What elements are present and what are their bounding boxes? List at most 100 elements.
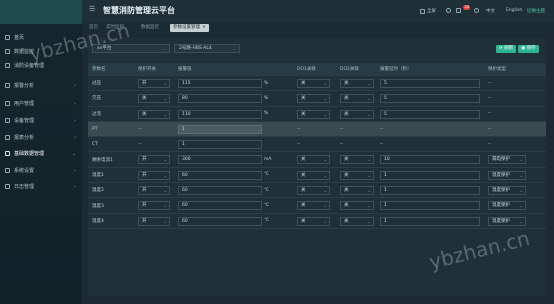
sidebar-item-4[interactable]: 用户管理 › bbox=[0, 97, 82, 110]
switch-theme-button[interactable]: 切换主题 bbox=[527, 8, 545, 14]
chevron-down-icon: ⌄ bbox=[162, 46, 166, 51]
chevron-down-icon: ⌄ bbox=[519, 218, 523, 224]
monitor-icon bbox=[5, 49, 10, 54]
tab-close-icon[interactable]: × bbox=[202, 25, 206, 30]
alarm-value-input[interactable]: 300 bbox=[178, 155, 262, 165]
protect-type-select[interactable]: 温度保护 ⌄ bbox=[488, 186, 526, 196]
sidebar-item-8[interactable]: 系统设置 › bbox=[0, 164, 82, 177]
sidebar-item-1[interactable]: 数据监控 bbox=[0, 45, 82, 58]
alarm-value-input[interactable]: 60 bbox=[178, 201, 262, 211]
delay-input[interactable]: 5 bbox=[380, 94, 480, 104]
notification-badge: 20 bbox=[463, 5, 471, 10]
protect-type-select[interactable]: 温度保护 ⌄ bbox=[488, 216, 526, 226]
lang-zh-button[interactable]: 中文 bbox=[486, 8, 495, 14]
chevron-down-icon: ⌄ bbox=[519, 172, 523, 178]
chevron-icon: › bbox=[74, 117, 76, 124]
search-button[interactable] bbox=[446, 8, 451, 13]
delay-input[interactable]: 1 bbox=[380, 186, 480, 196]
sidebar-item-9[interactable]: 日志管理 › bbox=[0, 180, 82, 193]
delay-input[interactable]: 1 bbox=[380, 170, 480, 180]
do2-select[interactable]: 关 ⌄ bbox=[340, 170, 374, 180]
do1-select[interactable]: 关 ⌄ bbox=[297, 216, 330, 226]
do1-select[interactable]: 关 ⌄ bbox=[297, 201, 330, 211]
do2-select[interactable]: 关 ⌄ bbox=[340, 155, 374, 165]
alarm-value-input[interactable]: 60 bbox=[178, 170, 262, 180]
protect-switch-select[interactable]: 开 ⌄ bbox=[138, 79, 170, 88]
chevron-icon: › bbox=[74, 82, 76, 89]
chevron-down-icon: ⌄ bbox=[367, 172, 371, 178]
column-header: DO2关联 bbox=[340, 67, 359, 72]
protect-switch-select[interactable]: 开 ⌄ bbox=[138, 170, 170, 180]
do1-select[interactable]: 关 ⌄ bbox=[297, 79, 330, 88]
alarm-value-input[interactable]: 80 bbox=[178, 94, 262, 104]
protect-switch-select[interactable]: 开 ⌄ bbox=[138, 155, 170, 165]
sidebar-item-label: 数据监控 bbox=[14, 49, 35, 55]
do2-select[interactable]: 关 ⌄ bbox=[340, 186, 374, 196]
protect-switch-select[interactable]: 开 ⌄ bbox=[138, 201, 170, 211]
tab-realtime[interactable]: 实时监控 bbox=[103, 24, 127, 32]
lang-en-button[interactable]: English bbox=[506, 8, 522, 13]
fullscreen-button[interactable]: 全屏 bbox=[420, 8, 436, 14]
sidebar-item-0[interactable]: 首页 bbox=[0, 31, 82, 44]
notification-button[interactable]: 20 bbox=[456, 5, 471, 13]
do2-select[interactable]: 关 ⌄ bbox=[340, 201, 374, 211]
table-row: 过流 关 ⌄ 110% 关 ⌄ 关 ⌄ 5 -- bbox=[88, 107, 546, 122]
alarm-value-input[interactable]: 60 bbox=[178, 186, 262, 196]
do1-select[interactable]: 关 ⌄ bbox=[297, 155, 330, 165]
delay-value: -- bbox=[380, 126, 384, 132]
chevron-down-icon: ⌄ bbox=[163, 172, 167, 178]
do2-select[interactable]: 关 ⌄ bbox=[340, 109, 374, 119]
settings-button[interactable] bbox=[474, 8, 479, 13]
save-button[interactable]: ▣ 保存 bbox=[518, 45, 539, 53]
delay-input[interactable]: 5 bbox=[380, 79, 480, 88]
refresh-button[interactable]: ⟳ 刷新 bbox=[496, 45, 517, 53]
table-row: 温度2 开 ⌄ 60 ℃ 关 ⌄ 关 ⌄ 1 温度保护 ⌄ bbox=[88, 183, 546, 199]
sidebar-item-2[interactable]: 消防设备管理 bbox=[0, 59, 82, 72]
menu-collapse-icon[interactable]: ☰ bbox=[89, 6, 96, 13]
do1-select[interactable]: 关 ⌄ bbox=[297, 170, 330, 180]
protect-switch-select[interactable]: 关 ⌄ bbox=[138, 94, 170, 104]
delay-input[interactable]: 1 bbox=[380, 201, 480, 211]
alarm-value-input[interactable]: 110 bbox=[178, 109, 262, 119]
sidebar-item-6[interactable]: 报表分析 › bbox=[0, 131, 82, 144]
do2-select[interactable]: 关 ⌄ bbox=[340, 216, 374, 226]
do2-select[interactable]: 关 ⌄ bbox=[340, 94, 374, 104]
delay-input[interactable]: 5 bbox=[380, 109, 480, 119]
delay-input[interactable]: 1 bbox=[380, 216, 480, 226]
do1-value: -- bbox=[297, 126, 301, 132]
protect-type-select[interactable]: 漏电保护 ⌄ bbox=[488, 155, 526, 165]
alarm-value-input[interactable]: 60 bbox=[178, 216, 262, 226]
tab-data-monitor[interactable]: 数据监控 bbox=[138, 24, 162, 32]
protect-type-select[interactable]: 温度保护 ⌄ bbox=[488, 201, 526, 211]
sidebar-item-5[interactable]: 设备管理 › bbox=[0, 114, 82, 127]
alarm-value-input[interactable]: 115 bbox=[178, 79, 262, 88]
sidebar: 首页 数据监控 消防设备管理 报警分析 › 用户管理 › 设备管理 › 报表分析 › 基础数据管理 ⌄ 系… bbox=[0, 0, 82, 304]
do1-select[interactable]: 关 ⌄ bbox=[297, 94, 330, 104]
sidebar-item-label: 报表分析 bbox=[14, 135, 35, 141]
column-header: 保护类型 bbox=[488, 67, 506, 72]
unit-label: ℃ bbox=[264, 218, 270, 224]
chevron-down-icon: ⌄ bbox=[367, 203, 371, 209]
protect-switch-select[interactable]: 开 ⌄ bbox=[138, 186, 170, 196]
alarm-value-input[interactable]: 1 bbox=[178, 124, 262, 134]
protect-type-select[interactable]: 温度保护 ⌄ bbox=[488, 170, 526, 180]
protect-switch-select[interactable]: 开 ⌄ bbox=[138, 216, 170, 226]
chevron-down-icon: ⌄ bbox=[163, 188, 167, 194]
chevron-down-icon: ⌄ bbox=[519, 203, 523, 209]
chevron-icon: › bbox=[74, 100, 76, 107]
project-select[interactable]: xx平台 ⌄ bbox=[92, 44, 170, 53]
do1-select[interactable]: 关 ⌄ bbox=[297, 109, 330, 119]
protect-type-value: -- bbox=[488, 111, 492, 117]
unit-label: % bbox=[264, 95, 269, 101]
column-header: 参数名 bbox=[92, 67, 106, 72]
tab-home[interactable]: 首页 bbox=[86, 24, 101, 32]
protect-switch-select[interactable]: 关 ⌄ bbox=[138, 109, 170, 119]
sidebar-item-7[interactable]: 基础数据管理 ⌄ bbox=[0, 147, 82, 160]
device-select[interactable]: 2号路-HBS-AL4 ⌄ bbox=[174, 44, 240, 53]
do2-select[interactable]: 关 ⌄ bbox=[340, 79, 374, 88]
do1-select[interactable]: 关 ⌄ bbox=[297, 186, 330, 196]
alarm-value-input[interactable]: 1 bbox=[178, 140, 262, 150]
tab-param-settings[interactable]: 参数设置管理 × bbox=[170, 24, 209, 32]
sidebar-item-3[interactable]: 报警分析 › bbox=[0, 79, 82, 92]
delay-input[interactable]: 10 bbox=[380, 155, 480, 165]
